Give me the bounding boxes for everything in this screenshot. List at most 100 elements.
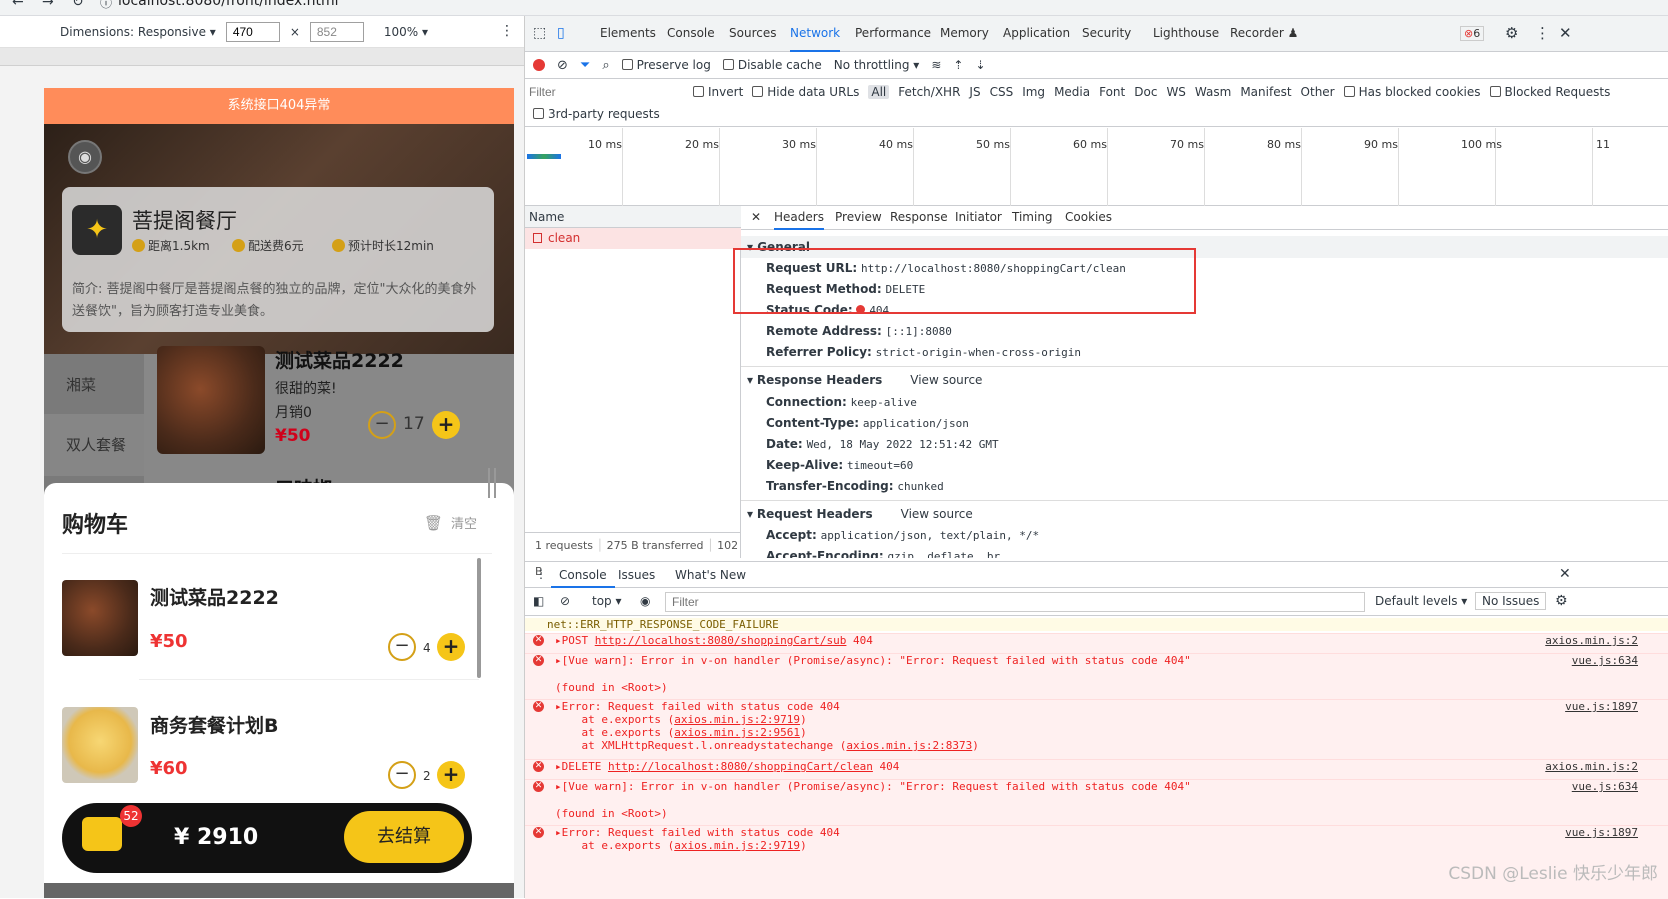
view-source-link[interactable]: View source	[910, 373, 982, 387]
view-source-link[interactable]: View source	[901, 507, 973, 521]
console-error[interactable]: ✕▸[Vue warn]: Error in v-on handler (Pro…	[525, 653, 1668, 699]
source-link[interactable]: axios.min.js:2	[1545, 634, 1638, 647]
record-icon[interactable]	[533, 59, 545, 71]
category-item[interactable]: 湘菜	[44, 354, 144, 416]
filter-all[interactable]: All	[868, 85, 889, 99]
eye-icon[interactable]: ◉	[640, 594, 650, 608]
forward-icon[interactable]: →	[42, 0, 54, 10]
source-link[interactable]: axios.min.js:2	[1545, 760, 1638, 773]
address-bar[interactable]: localhost:8080/front/index.html	[118, 0, 339, 9]
wifi-icon[interactable]: ≋	[931, 58, 941, 72]
category-item[interactable]: 双人套餐	[44, 414, 144, 476]
tab-headers[interactable]: Headers	[774, 206, 824, 230]
hide-data-urls-checkbox[interactable]: Hide data URLs	[752, 85, 859, 99]
context-select[interactable]: top ▾	[592, 594, 622, 608]
decrease-button[interactable]: −	[368, 411, 396, 439]
increase-button[interactable]: +	[432, 411, 460, 439]
tab-timing[interactable]: Timing	[1012, 206, 1053, 230]
inspect-icon[interactable]: ⬚	[533, 25, 546, 41]
console-settings-icon[interactable]: ⚙	[1555, 593, 1568, 609]
info-icon[interactable]: ⓘ	[100, 0, 112, 11]
filter-font[interactable]: Font	[1099, 85, 1125, 99]
reload-icon[interactable]: ↻	[72, 0, 84, 10]
settings-icon[interactable]: ⚙	[1505, 24, 1518, 42]
close-icon[interactable]: ✕	[1559, 24, 1572, 42]
tab-console[interactable]: Console	[667, 16, 715, 52]
tab-elements[interactable]: Elements	[600, 16, 656, 52]
tab-cookies[interactable]: Cookies	[1065, 206, 1112, 230]
download-icon[interactable]: ⇣	[975, 58, 985, 72]
width-input[interactable]	[226, 22, 280, 42]
increase-button[interactable]: +	[437, 761, 465, 789]
tab-network[interactable]: Network	[790, 16, 840, 52]
console-error[interactable]: ✕▸[Vue warn]: Error in v-on handler (Pro…	[525, 779, 1668, 825]
log-levels-select[interactable]: Default levels ▾	[1375, 594, 1467, 608]
close-drawer-icon[interactable]: ✕	[1559, 566, 1571, 582]
more-icon[interactable]: ⋮	[500, 23, 514, 39]
name-column-header[interactable]: Name	[525, 206, 741, 228]
console-error[interactable]: ✕▸POST http://localhost:8080/shoppingCar…	[525, 633, 1668, 653]
clear-icon[interactable]: ⊘	[557, 58, 568, 73]
cart-scrollbar[interactable]	[477, 558, 481, 678]
tab-recorder[interactable]: Recorder ♟	[1230, 16, 1298, 52]
filter-media[interactable]: Media	[1054, 85, 1090, 99]
blocked-cookies-checkbox[interactable]: Has blocked cookies	[1344, 85, 1481, 99]
disable-cache-checkbox[interactable]: Disable cache	[723, 58, 822, 72]
tab-issues[interactable]: Issues	[618, 562, 655, 588]
user-avatar-icon[interactable]: ◉	[68, 140, 102, 174]
network-filter-input[interactable]	[529, 82, 679, 102]
filter-css[interactable]: CSS	[990, 85, 1014, 99]
console-error[interactable]: ✕ ▸Error: Request failed with status cod…	[525, 699, 1668, 759]
source-link[interactable]: vue.js:634	[1572, 654, 1638, 667]
preserve-log-checkbox[interactable]: Preserve log	[622, 58, 711, 72]
third-party-checkbox[interactable]: 3rd-party requests	[533, 107, 660, 121]
height-input[interactable]	[310, 22, 364, 42]
device-toggle-icon[interactable]: ▯	[557, 25, 565, 41]
filter-manifest[interactable]: Manifest	[1240, 85, 1291, 99]
error-count-badge[interactable]: ⊗6	[1460, 26, 1484, 41]
tab-lighthouse[interactable]: Lighthouse	[1153, 16, 1219, 52]
filter-other[interactable]: Other	[1301, 85, 1335, 99]
upload-icon[interactable]: ⇡	[953, 58, 963, 72]
tab-security[interactable]: Security	[1082, 16, 1131, 52]
tab-sources[interactable]: Sources	[729, 16, 776, 52]
console-filter-input[interactable]	[665, 592, 1365, 612]
checkout-button[interactable]: 去结算	[344, 811, 464, 863]
increase-button[interactable]: +	[437, 633, 465, 661]
clear-console-icon[interactable]: ⊘	[560, 594, 570, 608]
throttling-select[interactable]: No throttling ▾	[834, 58, 920, 72]
blocked-requests-checkbox[interactable]: Blocked Requests	[1490, 85, 1611, 99]
source-link[interactable]: vue.js:634	[1572, 780, 1638, 793]
tab-application[interactable]: Application	[1003, 16, 1070, 52]
source-link[interactable]: vue.js:1897	[1565, 826, 1638, 839]
filter-img[interactable]: Img	[1022, 85, 1045, 99]
back-icon[interactable]: ←	[12, 0, 24, 10]
invert-checkbox[interactable]: Invert	[693, 85, 743, 99]
decrease-button[interactable]: −	[388, 761, 416, 789]
sidebar-toggle-icon[interactable]: ◧	[533, 594, 544, 608]
filter-ws[interactable]: WS	[1166, 85, 1185, 99]
tab-response[interactable]: Response	[890, 206, 948, 230]
filter-fetch-xhr[interactable]: Fetch/XHR	[898, 85, 960, 99]
search-icon[interactable]: ⌕	[602, 58, 609, 73]
close-details-icon[interactable]: ✕	[751, 206, 761, 230]
decrease-button[interactable]: −	[388, 633, 416, 661]
network-timeline[interactable]: 10 ms20 ms30 ms40 ms50 ms60 ms70 ms80 ms…	[525, 128, 1668, 206]
tab-preview[interactable]: Preview	[835, 206, 882, 230]
response-headers-header[interactable]: ▾ Response HeadersView source	[747, 371, 982, 389]
tab-console-drawer[interactable]: Console	[551, 562, 615, 588]
request-row[interactable]: clean	[525, 228, 741, 249]
zoom-select[interactable]: 100% ▾	[384, 25, 428, 39]
clear-cart-button[interactable]: 🗑清空	[424, 513, 477, 532]
console-error[interactable]: ✕▸DELETE http://localhost:8080/shoppingC…	[525, 759, 1668, 779]
more-icon[interactable]: ⋮	[1535, 24, 1550, 42]
drawer-menu-icon[interactable]: ⋮	[535, 567, 547, 581]
tab-initiator[interactable]: Initiator	[955, 206, 1002, 230]
filter-wasm[interactable]: Wasm	[1195, 85, 1231, 99]
source-link[interactable]: vue.js:1897	[1565, 700, 1638, 713]
tab-memory[interactable]: Memory	[940, 16, 989, 52]
dimensions-select[interactable]: Dimensions: Responsive ▾	[60, 25, 216, 39]
filter-doc[interactable]: Doc	[1134, 85, 1157, 99]
resize-handle[interactable]	[488, 468, 496, 498]
tab-performance[interactable]: Performance	[855, 16, 931, 52]
